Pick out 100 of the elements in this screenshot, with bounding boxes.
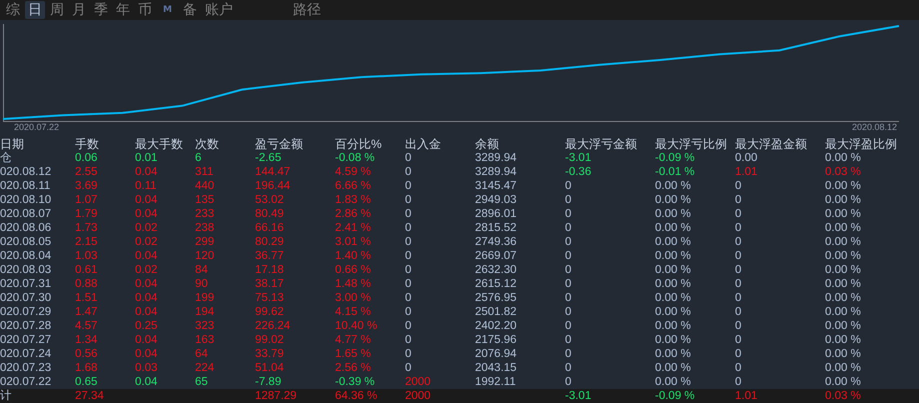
table-cell: 0	[565, 221, 572, 235]
table-cell: 0.00 %	[655, 263, 691, 277]
table-cell: 17.18	[255, 263, 284, 277]
table-cell: 0	[735, 235, 742, 249]
table-cell: 120	[195, 249, 214, 263]
path-tab[interactable]: 路径	[290, 1, 324, 19]
column-header: 日期	[0, 137, 24, 151]
table-cell: 0.65	[75, 375, 98, 389]
table-cell: 0.06	[75, 151, 98, 165]
table-cell: 51.04	[255, 361, 284, 375]
table-cell: 0	[735, 333, 742, 347]
table-cell: 99.02	[255, 333, 284, 347]
table-cell: 1.01	[735, 389, 758, 403]
table-cell: -7.89	[255, 375, 282, 389]
table-cell: -3.01	[565, 389, 592, 403]
table-cell: 0	[565, 319, 572, 333]
table-cell: 0	[565, 305, 572, 319]
table-cell: 0.00 %	[825, 235, 861, 249]
table-cell: 1.83 %	[335, 193, 371, 207]
tab[interactable]: 年	[113, 1, 133, 19]
tab[interactable]: 季	[91, 1, 111, 19]
table-cell: -0.08 %	[335, 151, 375, 165]
table-cell: 0.00 %	[825, 277, 861, 291]
table-cell: 0	[565, 263, 572, 277]
table-cell: 0.00 %	[655, 305, 691, 319]
column-header: 手数	[75, 137, 99, 151]
table-cell: 0.00 %	[825, 249, 861, 263]
tab[interactable]: M	[157, 1, 178, 19]
table-cell: 2.86 %	[335, 207, 371, 221]
table-cell: 66.16	[255, 221, 284, 235]
table-cell: 0.00 %	[655, 221, 691, 235]
table-cell: 233	[195, 207, 214, 221]
table-cell: 53.02	[255, 193, 284, 207]
table-cell: 2043.15	[475, 361, 517, 375]
table-cell: 0.00 %	[825, 193, 861, 207]
table-cell: 0.03 %	[825, 165, 861, 179]
tab[interactable]: 账户	[202, 1, 236, 19]
table-cell: 0	[405, 207, 412, 221]
table-cell: 64	[195, 347, 208, 361]
table-cell: 2949.03	[475, 193, 517, 207]
table-cell: 2000	[405, 375, 431, 389]
table-cell: 0	[735, 221, 742, 235]
table-cell: 323	[195, 319, 214, 333]
table-cell: 020.07.30	[0, 291, 52, 305]
tab[interactable]: 备	[180, 1, 200, 19]
tab[interactable]: 综	[3, 1, 23, 19]
table-cell: 0	[565, 235, 572, 249]
table-cell: 2402.20	[475, 319, 517, 333]
table-cell: 2.56 %	[335, 361, 371, 375]
column-header: 最大浮亏金额	[565, 137, 637, 151]
table-cell: 0.00 %	[655, 333, 691, 347]
table-cell: 1.40 %	[335, 249, 371, 263]
table-cell: 4.15 %	[335, 305, 371, 319]
table-cell: 仓	[0, 151, 12, 165]
table-cell: 0.66 %	[335, 263, 371, 277]
table-cell: 0	[735, 207, 742, 221]
table-cell: 1.79	[75, 207, 98, 221]
table-cell: 224	[195, 361, 214, 375]
table-cell: 0	[735, 305, 742, 319]
table-cell: 0.00 %	[655, 193, 691, 207]
table-cell: 10.40 %	[335, 319, 378, 333]
table-cell: 0	[735, 277, 742, 291]
table-cell: 0.01	[135, 151, 158, 165]
table-cell: 1.73	[75, 221, 98, 235]
table-cell: 020.07.29	[0, 305, 52, 319]
column-header: 盈亏金额	[255, 137, 303, 151]
table-cell: 2815.52	[475, 221, 517, 235]
column-header: 最大浮盈金额	[735, 137, 807, 151]
tab[interactable]: 月	[69, 1, 89, 19]
table-cell: 0	[735, 263, 742, 277]
table-cell: 0.04	[135, 193, 158, 207]
table-cell: 194	[195, 305, 214, 319]
tab[interactable]: 币	[135, 1, 155, 19]
column-header: 出入金	[405, 137, 441, 151]
table-cell: 0	[405, 221, 412, 235]
table-cell: 3289.94	[475, 165, 517, 179]
table-cell: 3.00 %	[335, 291, 371, 305]
table-cell: 020.08.11	[0, 179, 50, 193]
table-cell: 90	[195, 277, 208, 291]
table-cell: 0.00 %	[655, 319, 691, 333]
tab[interactable]: 周	[47, 1, 67, 19]
table-cell: 0.00 %	[825, 361, 861, 375]
table-cell: 3.69	[75, 179, 98, 193]
table-cell: 0	[565, 249, 572, 263]
table-cell: 0.00 %	[825, 263, 861, 277]
table-cell: 0	[735, 347, 742, 361]
table-cell: 0.00 %	[825, 221, 861, 235]
table-cell: 0.25	[135, 319, 158, 333]
table-cell: 36.77	[255, 249, 284, 263]
table-cell: -0.09 %	[655, 389, 695, 403]
table-cell: 0.04	[135, 165, 158, 179]
table-cell: 0.00 %	[655, 207, 691, 221]
table-cell: 0	[405, 319, 412, 333]
table-cell: 020.07.28	[0, 319, 52, 333]
table-cell: 0	[735, 375, 742, 389]
table-cell: 0	[405, 361, 412, 375]
table-cell: 020.08.04	[0, 249, 52, 263]
table-cell: 0.00 %	[825, 207, 861, 221]
table-cell: 299	[195, 235, 214, 249]
tab[interactable]: 日	[25, 1, 45, 19]
